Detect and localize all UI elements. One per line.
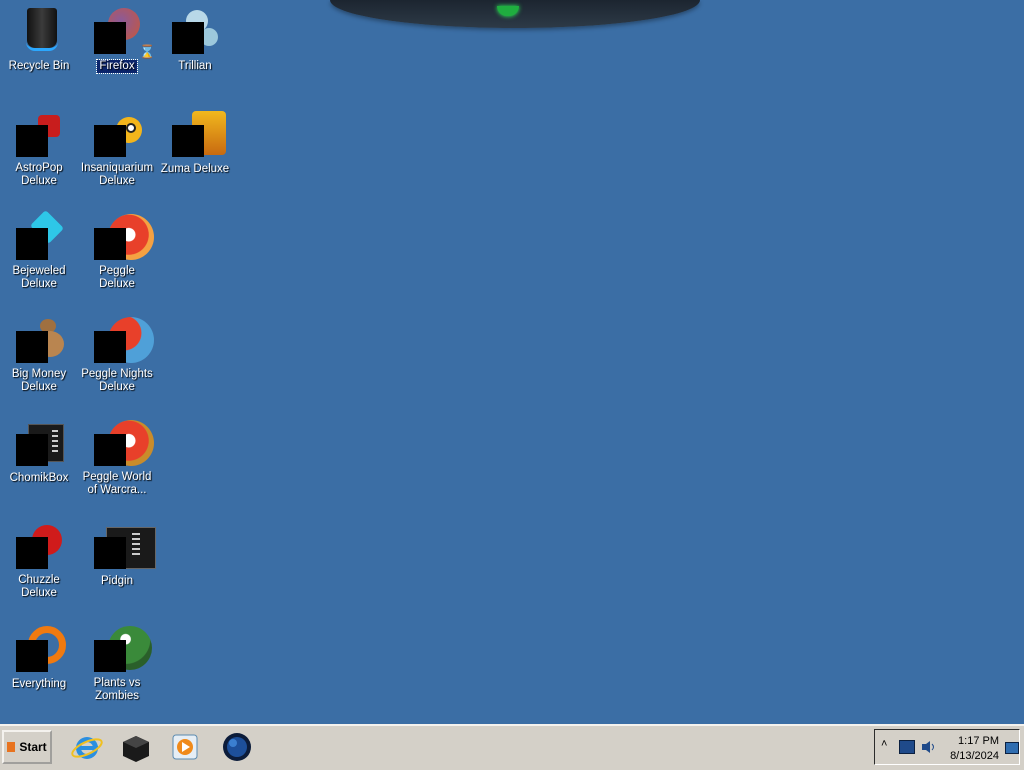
redacted-box [94, 640, 126, 672]
start-flag-icon [7, 742, 16, 752]
big-money-icon [14, 315, 64, 365]
pidgin-icon [92, 521, 156, 571]
icon-label: ChomikBox [9, 472, 69, 484]
redacted-box [172, 125, 204, 157]
redacted-box [16, 640, 48, 672]
expand-chevron-icon[interactable]: ˄ [881, 738, 887, 750]
desktop-icon-peggle-deluxe[interactable]: Peggle Deluxe [78, 212, 156, 308]
desktop-icon-everything[interactable]: Everything [0, 624, 78, 720]
icon-label: Big Money Deluxe [11, 368, 67, 393]
icon-label: Zuma Deluxe [160, 163, 230, 175]
top-gadget-bar [330, 0, 700, 28]
desktop-icon-chuzzle[interactable]: Chuzzle Deluxe [0, 521, 78, 617]
icon-label: Everything [11, 678, 67, 690]
show-desktop-icon[interactable] [1005, 742, 1019, 754]
chomikbox-icon [14, 418, 64, 468]
icon-label: Chuzzle Deluxe [18, 574, 60, 599]
media-player-icon[interactable] [168, 730, 202, 764]
desktop-icon-trillian[interactable]: Trillian [156, 6, 234, 102]
peggle-world-of-warcraft-icon [92, 418, 154, 468]
redacted-box [94, 537, 126, 569]
zuma-icon [170, 109, 226, 159]
icon-label: Peggle World of Warcra... [82, 471, 152, 496]
peggle-nights-icon [92, 315, 154, 365]
redacted-box [94, 434, 126, 466]
icon-label: Insaniquarium Deluxe [80, 162, 154, 187]
gadget-led-indicator [497, 6, 519, 16]
internet-explorer-icon[interactable] [70, 730, 104, 764]
redacted-box [94, 22, 126, 54]
icon-label: Recycle Bin [8, 60, 70, 72]
desktop-icon-bejeweled[interactable]: Bejeweled Deluxe [0, 210, 78, 308]
desktop-icon-insaniquarium[interactable]: Insaniquarium Deluxe [78, 109, 156, 205]
astropop-icon [14, 109, 64, 159]
recycle-bin-icon [14, 6, 64, 56]
redacted-box [16, 331, 48, 363]
icon-label: AstroPop Deluxe [15, 162, 63, 187]
redacted-box [16, 125, 48, 157]
redacted-box [94, 331, 126, 363]
trillian-icon [170, 6, 220, 56]
clock-date[interactable]: 8/13/2024 [939, 750, 999, 762]
redacted-box [16, 434, 48, 466]
clock-time[interactable]: 1:17 PM [945, 735, 999, 747]
volume-icon[interactable] [921, 740, 935, 753]
peggle-deluxe-icon [92, 212, 154, 262]
start-button[interactable]: Start [2, 730, 52, 764]
chuzzle-icon [14, 521, 64, 571]
globe-app-icon[interactable] [220, 730, 254, 764]
bejeweled-icon [14, 210, 64, 262]
redacted-box [16, 228, 48, 260]
taskbar: Start ˄ 1:17 PM 8/13/2024 [0, 724, 1024, 770]
desktop-icon-zuma[interactable]: Zuma Deluxe [156, 109, 234, 205]
desktop-icon-astropop[interactable]: AstroPop Deluxe [0, 109, 78, 205]
icon-label: Pidgin [101, 575, 133, 587]
insaniquarium-icon [92, 109, 142, 159]
desktop-icon-plants-vs-zombies[interactable]: Plants vs Zombies [78, 624, 156, 720]
icon-label: Peggle Nights Deluxe [81, 368, 153, 393]
redacted-box [172, 22, 204, 54]
desktop-icon-chomikbox[interactable]: ChomikBox [0, 418, 78, 514]
redacted-box [94, 228, 126, 260]
desktop-icon-pidgin[interactable]: Pidgin [78, 521, 156, 617]
plants-vs-zombies-icon [92, 624, 152, 674]
icon-label: Firefox [96, 59, 138, 74]
start-label: Start [19, 740, 47, 754]
system-tray: ˄ 1:17 PM 8/13/2024 [874, 729, 1020, 765]
hourglass-cursor-icon: ⌛ [139, 44, 156, 59]
network-icon[interactable] [899, 740, 915, 754]
icon-label: Trillian [178, 60, 212, 72]
cube-app-icon[interactable] [119, 730, 153, 764]
desktop-icon-big-money[interactable]: Big Money Deluxe [0, 315, 78, 411]
desktop-icon-peggle-wow[interactable]: Peggle World of Warcra... [78, 418, 156, 514]
everything-icon [14, 624, 66, 674]
icon-label: Bejeweled Deluxe [12, 265, 66, 290]
icon-label: Plants vs Zombies [93, 677, 141, 702]
desktop-icon-peggle-nights[interactable]: Peggle Nights Deluxe [78, 315, 156, 411]
desktop-icon-recycle-bin[interactable]: Recycle Bin [0, 6, 78, 102]
icon-label: Peggle Deluxe [99, 265, 135, 290]
redacted-box [94, 125, 126, 157]
firefox-icon [92, 6, 142, 56]
redacted-box [16, 537, 48, 569]
